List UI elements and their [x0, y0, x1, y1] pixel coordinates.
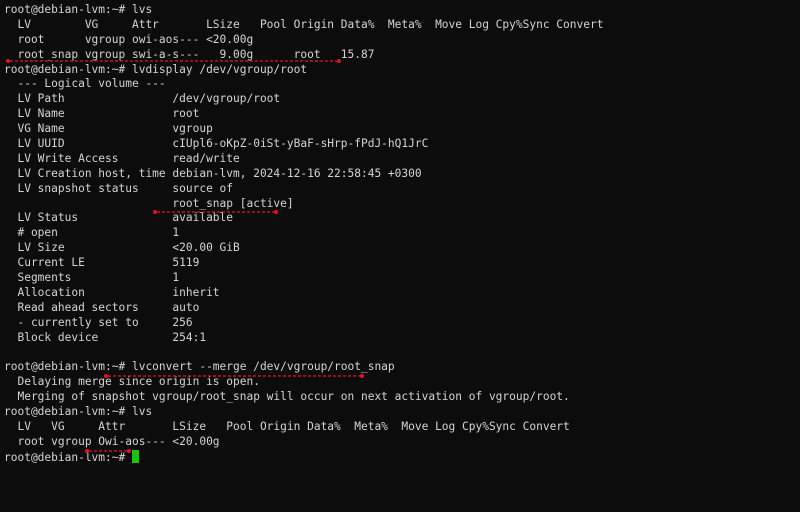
terminal-line: LV snapshot status source of [4, 181, 234, 195]
terminal-line: LV Size <20.00 GiB [4, 241, 240, 255]
terminal-line: root@debian-lvm:~# lvdisplay /dev/vgroup… [4, 62, 308, 76]
terminal-line: root@debian-lvm:~# [4, 449, 603, 465]
terminal-line: root vgroup owi-aos--- <20.00g [4, 32, 254, 46]
terminal-line: root vgroup Owi-aos--- <20.00g [4, 434, 220, 448]
terminal-line: --- Logical volume --- [4, 77, 166, 91]
terminal-line: LV UUID cIUpl6-oKpZ-0iSt-yBaF-sHrp-fPdJ-… [4, 137, 429, 151]
terminal-line: root_snap [active] [4, 196, 294, 210]
terminal-line: root@debian-lvm:~# lvs [4, 405, 153, 419]
terminal-line: Allocation inherit [4, 285, 220, 299]
terminal-line: LV VG Attr LSize Pool Origin Data% Meta%… [4, 17, 604, 31]
terminal-window[interactable]: root@debian-lvm:~# lvs LV VG Attr LSize … [0, 0, 800, 512]
terminal-line: - currently set to 256 [4, 315, 193, 329]
terminal-line: # open 1 [4, 226, 180, 240]
terminal-line: Segments 1 [4, 271, 180, 285]
terminal-line: Merging of snapshot vgroup/root_snap wil… [4, 390, 570, 404]
terminal-line: Block device 254:1 [4, 330, 207, 344]
terminal-line: Delaying merge since origin is open. [4, 375, 260, 389]
terminal-line: LV VG Attr LSize Pool Origin Data% Meta%… [4, 419, 570, 433]
terminal-line: LV Path /dev/vgroup/root [4, 92, 281, 106]
terminal-line: VG Name vgroup [4, 122, 213, 136]
terminal-line: root_snap vgroup swi-a-s--- 9.00g root 1… [4, 47, 375, 61]
terminal-line: Current LE 5119 [4, 256, 200, 270]
terminal-line: root@debian-lvm:~# lvconvert --merge /de… [4, 360, 395, 374]
terminal-line: LV Name root [4, 107, 200, 121]
terminal-line: LV Status available [4, 211, 234, 225]
terminal-line: Read ahead sectors auto [4, 300, 200, 314]
terminal-line: LV Creation host, time debian-lvm, 2024-… [4, 166, 422, 180]
terminal-cursor [131, 449, 139, 463]
terminal-line: LV Write Access read/write [4, 151, 240, 165]
terminal-line: root@debian-lvm:~# lvs [4, 3, 153, 16]
terminal-output: root@debian-lvm:~# lvs LV VG Attr LSize … [4, 3, 603, 465]
